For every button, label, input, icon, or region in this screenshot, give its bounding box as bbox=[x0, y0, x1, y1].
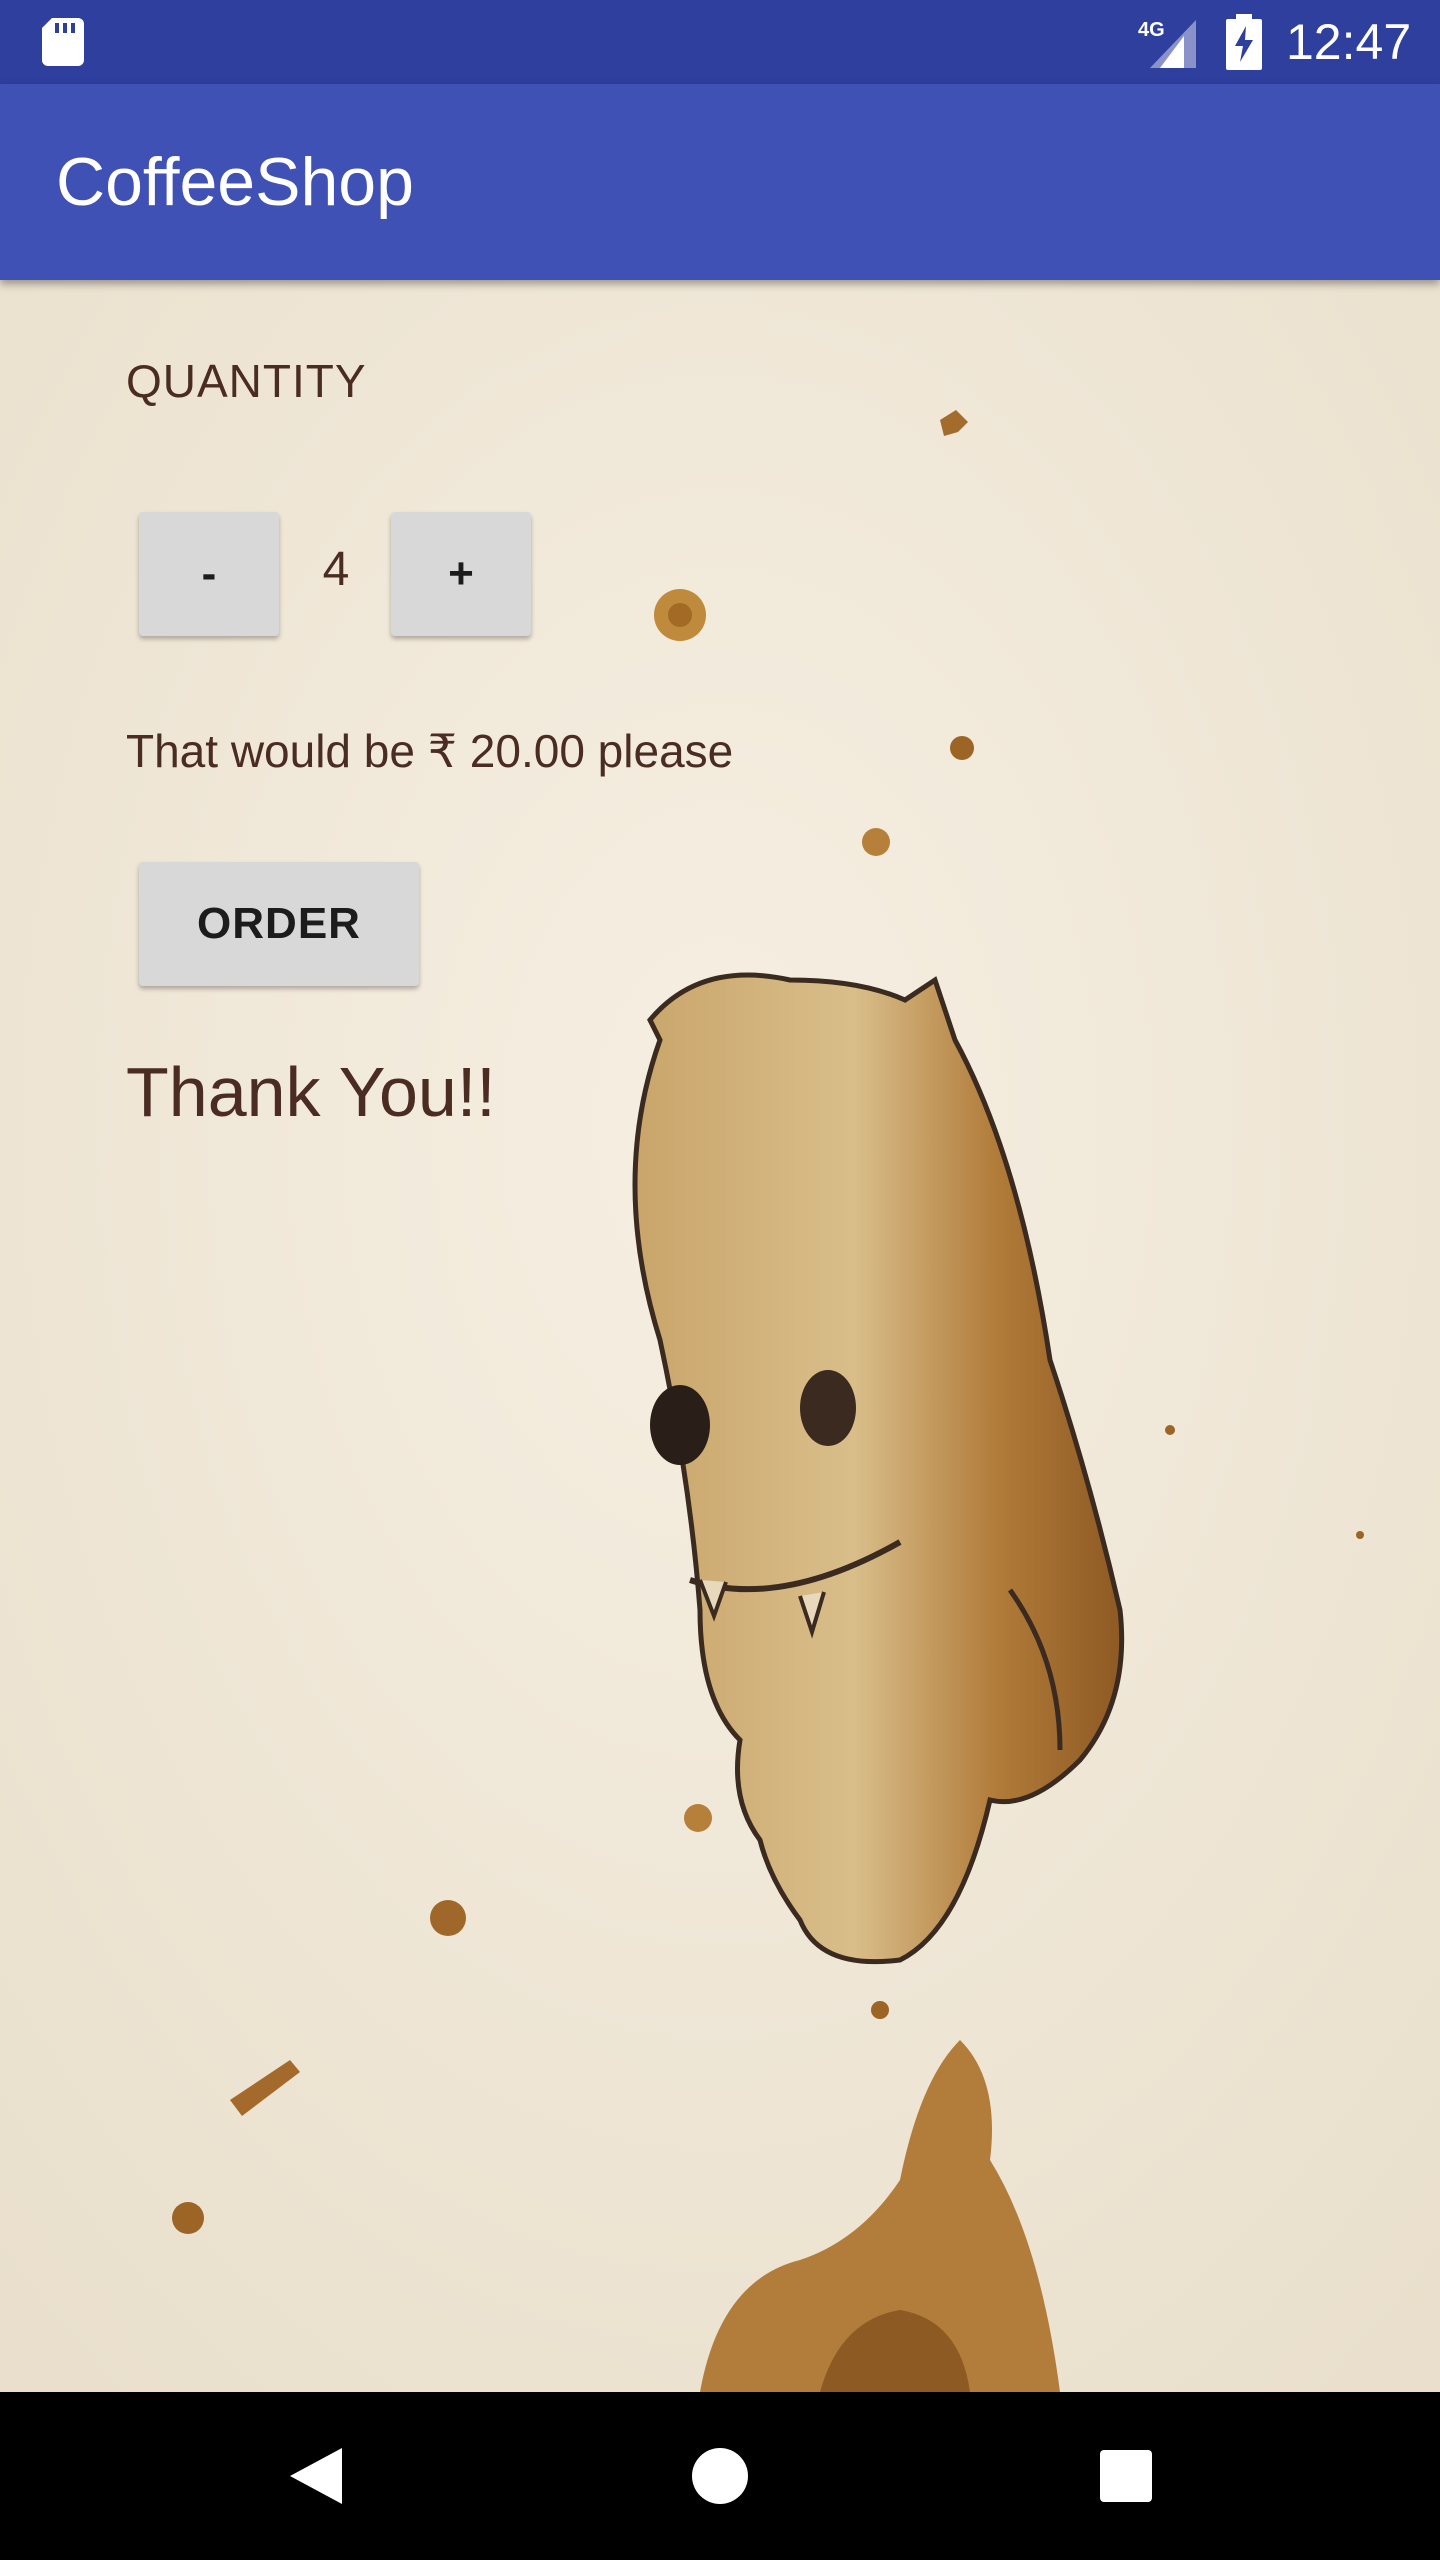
thank-you-message: Thank You!! bbox=[126, 1053, 496, 1131]
order-content: QUANTITY - 4 + That would be ₹ 20.00 ple… bbox=[0, 280, 1440, 2392]
network-type-label: 4G bbox=[1138, 19, 1165, 41]
status-clock: 12:47 bbox=[1286, 14, 1412, 70]
back-icon[interactable] bbox=[286, 2444, 346, 2508]
signal-icon: 4G bbox=[1138, 19, 1196, 68]
home-icon[interactable] bbox=[690, 2446, 750, 2506]
app-title: CoffeeShop bbox=[56, 144, 414, 220]
decrement-quantity-button[interactable]: - bbox=[139, 512, 279, 636]
quantity-value: 4 bbox=[322, 543, 350, 596]
price-summary: That would be ₹ 20.00 please bbox=[126, 725, 734, 777]
quantity-label: QUANTITY bbox=[126, 355, 367, 407]
app-bar: CoffeeShop bbox=[0, 84, 1440, 280]
order-button[interactable]: ORDER bbox=[139, 862, 419, 986]
recents-icon[interactable] bbox=[1098, 2448, 1154, 2504]
increment-quantity-button[interactable]: + bbox=[391, 512, 531, 636]
status-bar: 4G 12:47 bbox=[0, 0, 1440, 84]
battery-charging-icon bbox=[1226, 14, 1262, 70]
navigation-bar bbox=[0, 2392, 1440, 2560]
screen: 4G 12:47 CoffeeShop QUANTITY - 4 + That … bbox=[0, 0, 1440, 2560]
sd-card-icon bbox=[42, 18, 84, 66]
